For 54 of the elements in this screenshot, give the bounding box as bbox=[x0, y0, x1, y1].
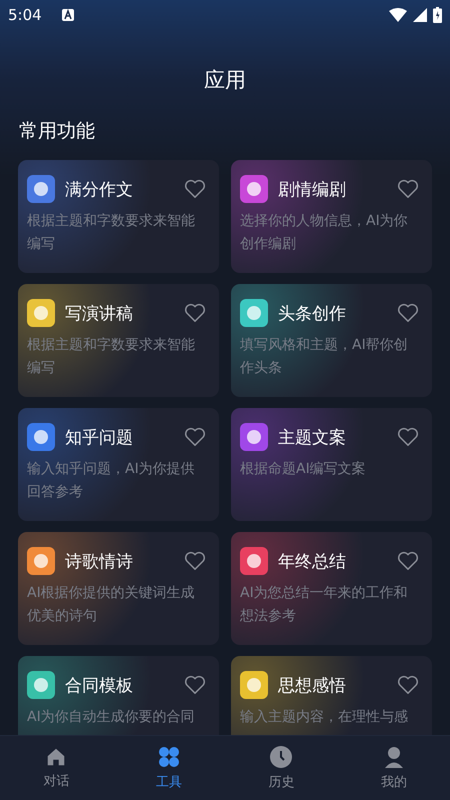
tool-card[interactable]: 头条创作 填写风格和主题，AI帮你创作头条 bbox=[231, 284, 432, 397]
card-description: 选择你的人物信息，AI为你创作编剧 bbox=[240, 212, 409, 254]
card-description: AI为你自动生成你要的合同 bbox=[27, 708, 196, 727]
heart-icon[interactable] bbox=[184, 675, 206, 695]
card-description: 填写风格和主题，AI帮你创作头条 bbox=[240, 336, 409, 378]
card-title: 写演讲稿 bbox=[65, 302, 134, 324]
nav-tab[interactable]: 对话 bbox=[0, 736, 112, 800]
battery-icon bbox=[433, 7, 442, 23]
card-description: 输入知乎问题，AI为你提供回答参考 bbox=[27, 460, 196, 502]
card-description: 根据主题和字数要求来智能编写 bbox=[27, 212, 196, 254]
tool-card[interactable]: 合同模板 AI为你自动生成你要的合同 bbox=[18, 656, 219, 735]
heart-icon[interactable] bbox=[397, 179, 419, 199]
tool-card[interactable]: 诗歌情诗 AI根据你提供的关键词生成优美的诗句 bbox=[18, 532, 219, 645]
section-heading: 常用功能 bbox=[18, 119, 96, 144]
card-description: 根据命题AI编写文案 bbox=[240, 460, 367, 479]
home-icon bbox=[45, 746, 68, 768]
card-title: 头条创作 bbox=[278, 302, 347, 324]
status-time: 5:04 bbox=[8, 6, 42, 24]
heart-icon[interactable] bbox=[184, 427, 206, 447]
notification-icon bbox=[62, 9, 74, 21]
card-title: 合同模板 bbox=[65, 674, 134, 696]
card-title: 满分作文 bbox=[65, 178, 134, 200]
heart-icon[interactable] bbox=[184, 179, 206, 199]
heart-icon[interactable] bbox=[397, 675, 419, 695]
signal-icon bbox=[413, 8, 427, 22]
card-description: 输入主题内容，在理性与感 bbox=[240, 708, 409, 727]
nav-tab[interactable]: 工具 bbox=[112, 736, 225, 800]
tool-card[interactable]: 剧情编剧 选择你的人物信息，AI为你创作编剧 bbox=[231, 160, 432, 273]
card-title: 剧情编剧 bbox=[278, 178, 347, 200]
heart-icon[interactable] bbox=[184, 303, 206, 323]
tool-card[interactable]: 满分作文 根据主题和字数要求来智能编写 bbox=[18, 160, 219, 273]
tool-card[interactable]: 年终总结 AI为您总结一年来的工作和想法参考 bbox=[231, 532, 432, 645]
card-title: 主题文案 bbox=[278, 426, 347, 448]
heart-icon[interactable] bbox=[397, 551, 419, 571]
heart-icon[interactable] bbox=[397, 427, 419, 447]
card-title: 诗歌情诗 bbox=[65, 550, 134, 572]
clock-icon bbox=[269, 745, 294, 769]
card-title: 知乎问题 bbox=[65, 426, 134, 448]
card-description: AI根据你提供的关键词生成优美的诗句 bbox=[27, 584, 196, 626]
card-title: 思想感悟 bbox=[278, 674, 347, 696]
tool-card[interactable]: 思想感悟 输入主题内容，在理性与感 bbox=[231, 656, 432, 735]
card-description: AI为您总结一年来的工作和想法参考 bbox=[240, 584, 409, 626]
tool-card[interactable]: 知乎问题 输入知乎问题，AI为你提供回答参考 bbox=[18, 408, 219, 521]
tool-card[interactable]: 主题文案 根据命题AI编写文案 bbox=[231, 408, 432, 521]
nav-tab[interactable]: 我的 bbox=[338, 736, 450, 800]
wifi-icon bbox=[389, 8, 407, 22]
card-title: 年终总结 bbox=[278, 550, 347, 572]
grid-icon bbox=[156, 745, 181, 769]
page-title: 应用 bbox=[203, 67, 247, 94]
nav-tab[interactable]: 历史 bbox=[225, 736, 338, 800]
heart-icon[interactable] bbox=[184, 551, 206, 571]
tool-card[interactable]: 写演讲稿 根据主题和字数要求来智能编写 bbox=[18, 284, 219, 397]
heart-icon[interactable] bbox=[397, 303, 419, 323]
card-description: 根据主题和字数要求来智能编写 bbox=[27, 336, 196, 378]
